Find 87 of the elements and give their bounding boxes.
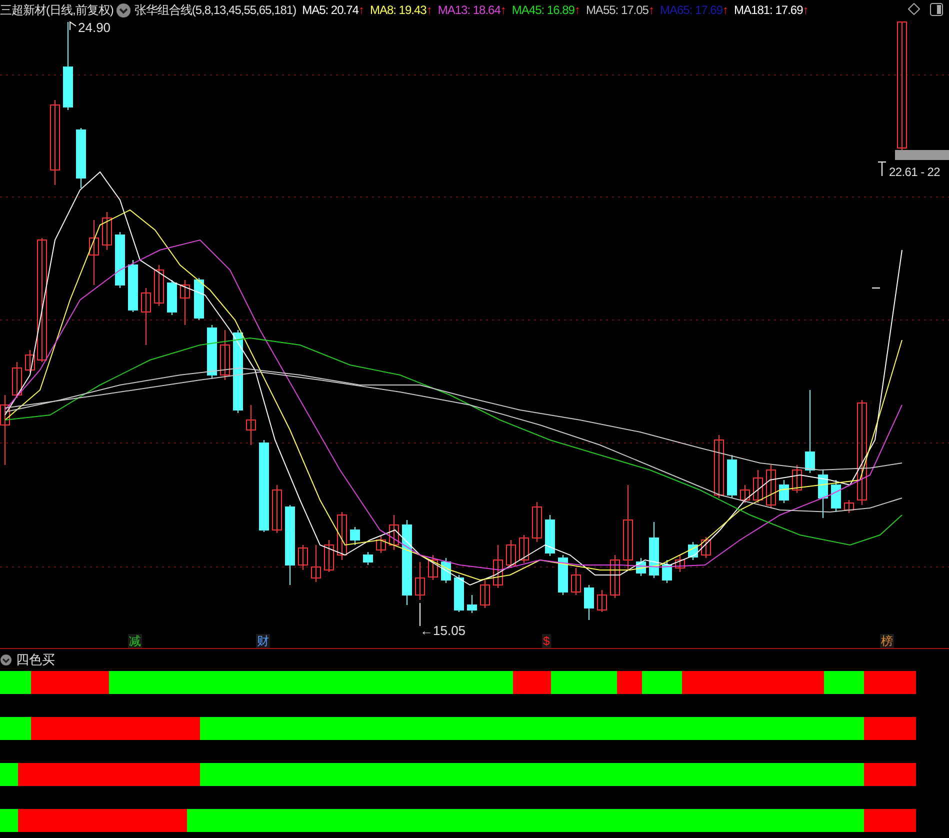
candlestick bbox=[89, 220, 99, 286]
candlestick bbox=[714, 434, 724, 498]
indicator-name: 张华组合线(5,8,13,45,55,65,181) bbox=[134, 2, 296, 19]
event-marker: 减 bbox=[128, 634, 142, 648]
ma-value: MA181: 17.69 bbox=[734, 2, 803, 19]
candlestick bbox=[480, 580, 490, 608]
event-marker: $ bbox=[542, 634, 551, 648]
ma-value: MA5: 20.74 bbox=[302, 2, 358, 19]
candlestick bbox=[766, 464, 776, 508]
candlestick bbox=[154, 264, 164, 306]
candlestick bbox=[571, 568, 581, 596]
event-marker: 财 bbox=[256, 634, 270, 648]
candlestick bbox=[779, 480, 789, 504]
candlestick bbox=[324, 540, 334, 572]
candlestick bbox=[467, 594, 477, 614]
ma-value: MA8: 19.43 bbox=[370, 2, 426, 19]
candlestick bbox=[207, 324, 217, 378]
price-range-bar bbox=[895, 150, 949, 160]
candlestick bbox=[493, 544, 503, 588]
candlestick bbox=[610, 554, 620, 598]
candlestick bbox=[194, 278, 204, 320]
candlestick bbox=[675, 554, 685, 572]
tick-marker-icon bbox=[878, 162, 886, 176]
candlestick bbox=[415, 562, 425, 600]
candlestick bbox=[584, 584, 594, 620]
trend-arrow: ↑ bbox=[358, 2, 364, 19]
trend-arrow: ↑ bbox=[426, 2, 432, 19]
dropdown-icon[interactable] bbox=[116, 2, 132, 18]
candlestick bbox=[727, 454, 737, 498]
candlestick bbox=[649, 522, 659, 578]
candlestick bbox=[532, 502, 542, 542]
candlestick bbox=[831, 480, 841, 512]
candlestick bbox=[220, 330, 230, 380]
candlestick bbox=[636, 558, 646, 576]
event-marker: 榜 bbox=[880, 634, 894, 648]
candlestick bbox=[167, 280, 177, 316]
high-price-label: 24.90 bbox=[78, 19, 111, 37]
candlestick bbox=[688, 542, 698, 560]
trend-arrow: ↑ bbox=[648, 2, 654, 19]
leader-line bbox=[70, 21, 76, 30]
candlestick bbox=[272, 484, 282, 534]
ma-value: MA45: 16.89 bbox=[512, 2, 574, 19]
candlestick bbox=[545, 514, 555, 556]
candlestick bbox=[337, 512, 347, 560]
candlestick bbox=[792, 464, 802, 494]
panel-toggle-icon[interactable] bbox=[930, 3, 943, 16]
candlestick bbox=[12, 362, 22, 398]
ma-value: MA55: 17.05 bbox=[586, 2, 648, 19]
diamond-icon[interactable] bbox=[908, 3, 920, 15]
candlestick bbox=[428, 554, 438, 580]
candlestick bbox=[76, 128, 86, 188]
candlestick bbox=[0, 394, 10, 466]
candlestick bbox=[128, 260, 138, 312]
trend-arrow: ↑ bbox=[574, 2, 580, 19]
low-price-label: ←15.05 bbox=[420, 622, 466, 640]
candlestick bbox=[818, 470, 828, 518]
candlestick bbox=[389, 514, 399, 550]
candlestick bbox=[180, 280, 190, 326]
candlestick bbox=[519, 534, 529, 564]
dropdown-icon[interactable] bbox=[0, 654, 12, 666]
chart-title: 三超新材(日线,前复权) bbox=[0, 2, 114, 19]
candlestick bbox=[558, 554, 568, 596]
candlestick bbox=[376, 536, 386, 554]
ma-value: MA65: 17.69 bbox=[660, 2, 723, 19]
candlestick bbox=[25, 350, 35, 372]
trend-arrow: ↑ bbox=[802, 2, 808, 19]
trend-arrow: ↑ bbox=[500, 2, 506, 19]
candlestick bbox=[350, 526, 360, 546]
candlestick bbox=[115, 232, 125, 288]
candlestick bbox=[363, 552, 373, 566]
ma-value: MA13: 18.64 bbox=[438, 2, 500, 19]
candlestick bbox=[701, 536, 711, 558]
candlestick bbox=[844, 500, 854, 514]
trend-arrow: ↑ bbox=[722, 2, 728, 19]
candlestick bbox=[298, 544, 308, 570]
candlestick bbox=[740, 484, 750, 504]
price-range-label: 22.61 - 22 bbox=[889, 164, 940, 181]
candlestick bbox=[662, 560, 672, 584]
candlestick bbox=[454, 574, 464, 612]
candlestick bbox=[141, 288, 151, 346]
candlestick bbox=[311, 544, 321, 582]
candlestick bbox=[506, 540, 516, 568]
candlestick bbox=[246, 404, 256, 446]
candlestick bbox=[753, 470, 763, 504]
subpanel-title: 四色买 bbox=[16, 651, 55, 670]
candlestick bbox=[102, 212, 112, 250]
candlestick bbox=[597, 590, 607, 612]
